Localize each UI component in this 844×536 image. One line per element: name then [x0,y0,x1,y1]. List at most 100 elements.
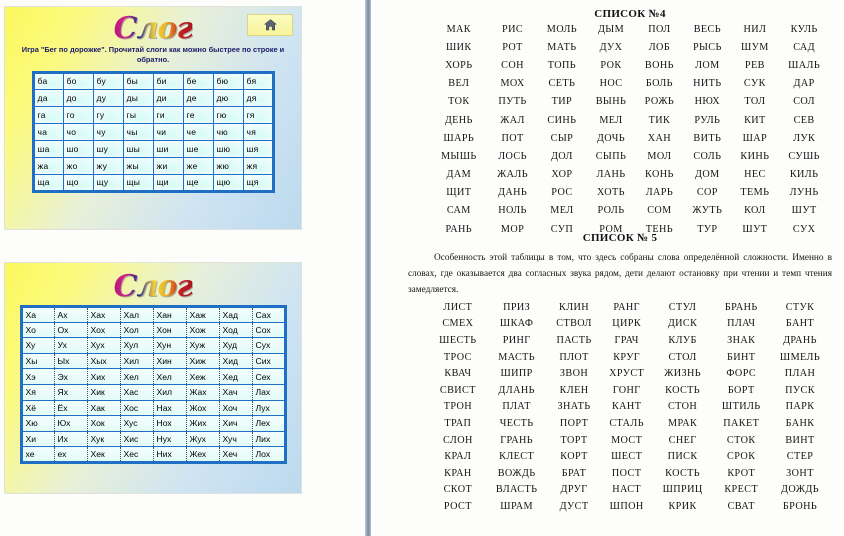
list-5-title: СПИСОК № 5 [582,232,658,244]
word-cell: НЕС [744,169,766,181]
syllable-cell: ги [152,105,184,124]
word-cell: ЛОМ [695,59,720,71]
table-row: да до ду ды ди де дю дя [32,88,274,107]
x-syllable-cell: Лих [251,430,285,448]
table-row: ДЕНЬ ЖАЛ СИНЬ МЕЛ ТИК РУЛЬ КИТ СЕВ [430,111,830,129]
word-cell: РОСТ [443,500,472,512]
table-row: жа жо жу жы жи же жю жя [32,156,274,175]
word-cell: КРИК [668,500,697,512]
x-syllable-cell: Хол [119,321,153,339]
x-syllable-cell: Лух [251,399,285,417]
word-cell: НЮХ [694,96,721,108]
x-syllable-cell: Сех [251,368,285,385]
x-syllable-cell: Хё [21,399,54,417]
syllable-cell: дю [212,88,244,107]
word-cell: КИЛЬ [789,169,819,181]
table-row: Хё Ёх Хак Хос Нах Жох Хоч Лух [21,399,285,417]
word-cell: ЛАРЬ [645,187,674,199]
word-cell: СУШЬ [788,150,820,162]
word-cell: ЖАЛЬ [497,169,528,181]
syllable-cell: ще [182,173,214,192]
syllable-cell: жо [62,156,94,175]
table-row: КРАН ВОЖДЬ БРАТ ПОСТ КОСТЬ КРОТ ЗОНТ [430,465,830,482]
word-cell: ПАРК [785,401,815,413]
word-cell: МАТЬ [547,41,577,53]
x-syllable-cell: Хух [86,337,120,354]
word-cell: ПУСК [785,384,815,396]
table-row: Хю Юх Хок Хус Нох Жих Хич Лех [21,415,285,432]
table-row: Хэ Эх Хих Хел Хел Хеж Хед Сех [21,368,285,385]
x-syllable-cell: Сух [251,337,285,354]
word-cell: МЕЛ [599,114,623,126]
word-cell: ПЛАТ [502,401,531,413]
word-cell: ЛАНЬ [596,169,626,181]
x-syllable-cell: Хач [218,383,252,401]
x-syllable-cell: Хок [86,415,120,432]
word-cell: ШМЕЛЬ [779,351,821,363]
word-cell: МОЛ [647,150,672,162]
word-cell: КОЛ [744,205,766,217]
word-cell: ХОР [551,169,573,181]
x-syllable-cell: Хеж [185,368,219,385]
word-cell: СМЕХ [442,318,474,330]
word-cell: ВИТЬ [693,132,722,144]
syllable-cell: шы [122,139,154,158]
word-cell: БРОНЬ [782,500,818,512]
word-cell: ШПРИЦ [662,484,703,496]
syllable-cell: чи [152,122,184,141]
word-cell: РОТ [502,41,523,53]
word-cell: ТРОС [443,351,472,363]
word-cell: ШИПР [500,368,533,380]
x-syllable-cell: Хад [218,306,252,323]
word-cell: СВИСТ [439,384,476,396]
x-syllable-cell: Ёх [53,399,87,417]
syllable-cell: чя [242,122,274,141]
syllable-cell: шя [242,139,274,158]
x-syllable-grid: Ха Ах Хах Хал Хан Хаж Хад Сах Хо Ох Хох Хол Хон Хож Хо… [19,305,287,464]
table-row: ща що щу щы щи ще щю щя [32,173,274,192]
word-cell: ХАН [647,132,672,144]
word-cell: КОНЬ [645,169,674,181]
syllable-cell: ду [92,88,124,107]
word-cell: ГРАЧ [614,334,639,346]
x-syllable-cell: Хон [152,321,186,339]
word-cell: ГРАНЬ [500,434,534,446]
syllable-cell: ге [182,105,214,124]
word-cell: ШЕСТ [611,451,643,463]
x-syllable-cell: Их [53,430,87,448]
word-cell: СТУК [785,301,815,313]
list-5-block: СПИСОК № 5 Особенность этой таблицы в то… [404,232,836,515]
x-syllable-cell: Хил [152,383,186,401]
table-row: РОСТ ШРАМ ДУСТ ШПОН КРИК СВАТ БРОНЬ [430,498,830,515]
word-cell: ЛИСТ [443,301,473,313]
x-syllable-cell: Нах [152,399,186,417]
x-syllable-cell: Лех [251,415,285,432]
home-button[interactable] [247,14,293,36]
x-syllable-cell: Ха [21,306,54,323]
word-cell: РОС [551,187,573,199]
table-row: Хы Ых Хых Хил Хин Хиж Хид Сих [21,352,285,370]
word-cell: МОХ [500,78,525,90]
table-row: Ху Ух Хух Хул Хун Хуж Худ Сух [21,337,285,354]
table-row: ШЕСТЬ РИНГ ПАСТЬ ГРАЧ КЛУБ ЗНАК ДРАНЬ [430,332,830,349]
syllable-cell: ше [182,139,214,158]
word-cell: КОРТ [560,451,588,463]
table-row: САМ НОЛЬ МЕЛ РОЛЬ СОМ ЖУТЬ КОЛ ШУТ [430,202,830,220]
word-cell: НОС [599,78,623,90]
syllable-cell: че [182,122,214,141]
syllable-cell: го [62,105,94,124]
word-cell: ВЛАСТЬ [495,484,538,496]
x-syllable-cell: Хуж [185,337,219,354]
syllable-cell: гы [122,105,154,124]
word-cell: РИНГ [502,334,531,346]
word-cell: СКОТ [443,484,473,496]
syllable-cell: ди [152,88,184,107]
list-5-description: Особенность этой таблицы в том, что здес… [408,253,832,295]
word-cell: КРУГ [613,351,641,363]
word-cell: ПОРТ [559,417,589,429]
table-row: СМЕХ ШКАФ СТВОЛ ЦИРК ДИСК ПЛАЧ БАНТ [430,316,830,333]
x-syllable-cell: Ход [218,321,252,339]
table-row: Ха Ах Хах Хал Хан Хаж Хад Сах [21,306,285,323]
table-row: СВИСТ ДЛАНЬ КЛЕН ГОНГ КОСТЬ БОРТ ПУСК [430,382,830,399]
word-cell: ПОЛ [648,23,671,35]
